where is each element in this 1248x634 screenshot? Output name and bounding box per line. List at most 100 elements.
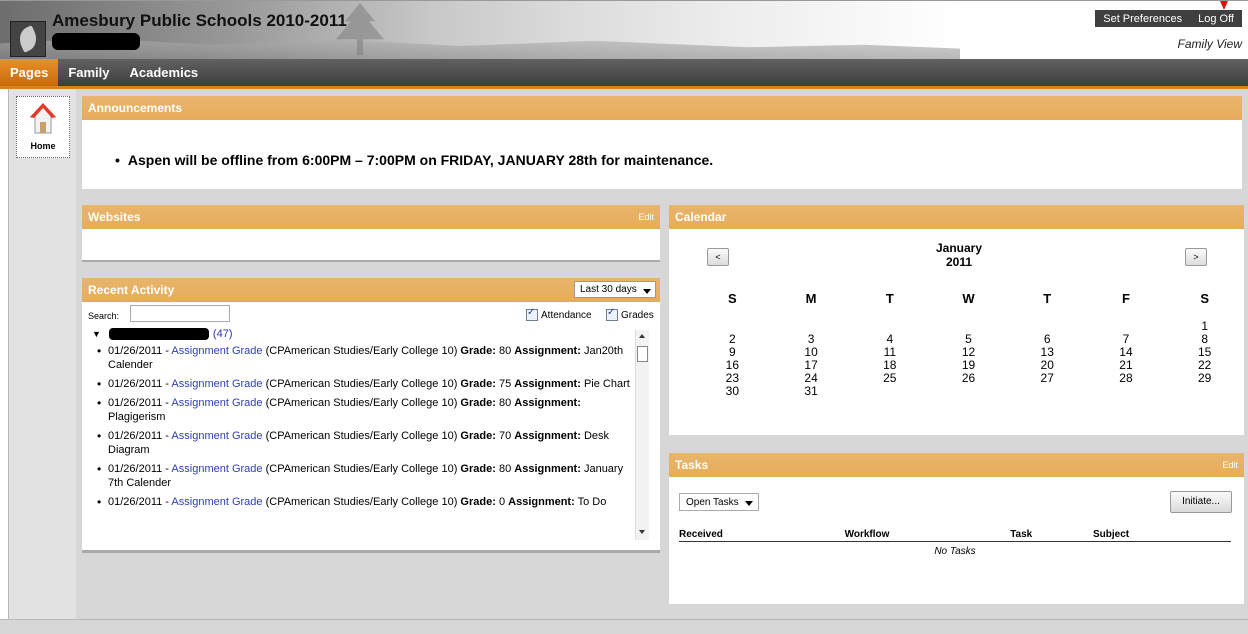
calendar-day[interactable]: 23 <box>693 371 772 385</box>
calendar-day[interactable]: 27 <box>1008 371 1087 385</box>
grades-checkbox[interactable]: Grades <box>606 307 654 321</box>
calendar-day[interactable]: 12 <box>929 345 1008 359</box>
calendar-day[interactable]: 18 <box>850 358 929 372</box>
grade-value: 80 <box>498 463 512 475</box>
calendar-day[interactable] <box>929 384 1008 397</box>
weekday-label: T <box>1043 291 1052 306</box>
calendar-day[interactable] <box>929 319 1008 332</box>
websites-header: Websites Edit <box>82 205 660 229</box>
home-label: Home <box>30 141 56 151</box>
assignment-grade-link[interactable]: Assignment Grade <box>171 397 262 409</box>
log-off-link[interactable]: Log Off <box>1190 13 1242 25</box>
calendar-day[interactable]: 1 <box>1165 319 1244 333</box>
next-month-button[interactable]: > <box>1185 248 1207 266</box>
tasks-panel: Tasks Edit Open Tasks Initiate... Receiv… <box>669 453 1244 604</box>
assignment-grade-link[interactable]: Assignment Grade <box>171 496 262 508</box>
recent-activity-panel: Recent Activity Last 30 days Search: Att… <box>82 278 660 553</box>
assignment-grade-link[interactable]: Assignment Grade <box>171 378 262 390</box>
student-tree-node[interactable]: ▼ (47) <box>92 328 232 340</box>
initiate-button[interactable]: Initiate... <box>1170 491 1232 513</box>
calendar-day[interactable] <box>1087 319 1166 332</box>
activity-date: 01/26/2011 - <box>108 430 169 442</box>
column-header-task[interactable]: Task <box>1010 528 1093 542</box>
search-input[interactable] <box>130 305 230 322</box>
calendar-day[interactable]: 11 <box>850 345 929 359</box>
tasks-edit-link[interactable]: Edit <box>1222 460 1238 470</box>
assignment-grade-link[interactable]: Assignment Grade <box>171 345 262 357</box>
set-preferences-link[interactable]: Set Preferences <box>1095 13 1190 25</box>
calendar-day[interactable] <box>772 319 851 332</box>
list-item: 01/26/2011 - Assignment Grade (CPAmerica… <box>92 429 632 457</box>
calendar-day[interactable]: 26 <box>929 371 1008 385</box>
weekday-label: M <box>805 291 817 306</box>
attendance-label: Attendance <box>541 309 592 321</box>
assignment-label: Assignment: <box>508 496 575 508</box>
calendar-day[interactable]: 25 <box>850 371 929 385</box>
calendar-day[interactable]: 28 <box>1087 371 1166 385</box>
announcements-title: Announcements <box>88 101 183 115</box>
calendar-day[interactable]: 9 <box>693 345 772 359</box>
calendar-header: Calendar <box>669 205 1244 229</box>
calendar-day[interactable]: 7 <box>1087 332 1166 346</box>
scroll-down-icon[interactable] <box>639 530 645 534</box>
scroll-up-icon[interactable] <box>639 334 645 338</box>
calendar-day[interactable]: 19 <box>929 358 1008 372</box>
calendar-day[interactable] <box>693 319 772 332</box>
grades-label: Grades <box>621 309 654 321</box>
calendar-day[interactable]: 13 <box>1008 345 1087 359</box>
assignment-grade-link[interactable]: Assignment Grade <box>171 430 262 442</box>
attendance-checkbox[interactable]: Attendance <box>526 307 592 321</box>
calendar-day[interactable]: 6 <box>1008 332 1087 346</box>
scroll-thumb[interactable] <box>637 346 648 362</box>
calendar-day[interactable]: 5 <box>929 332 1008 346</box>
calendar-day[interactable]: 30 <box>693 384 772 398</box>
home-button[interactable]: Home <box>16 96 70 158</box>
calendar-day[interactable]: 29 <box>1165 371 1244 385</box>
prev-month-button[interactable]: < <box>707 248 729 266</box>
recent-activity-header: Recent Activity Last 30 days <box>82 278 660 302</box>
expand-triangle-icon[interactable]: ▼ <box>92 329 101 339</box>
calendar-day[interactable] <box>1165 384 1244 397</box>
column-header-workflow[interactable]: Workflow <box>844 528 1011 542</box>
date-range-select[interactable]: Last 30 days <box>574 281 656 298</box>
calendar-day[interactable]: 15 <box>1165 345 1244 359</box>
calendar-day[interactable]: 21 <box>1087 358 1166 372</box>
calendar-day[interactable]: 22 <box>1165 358 1244 372</box>
calendar-day[interactable]: 20 <box>1008 358 1087 372</box>
grade-value: 80 <box>498 345 512 357</box>
calendar-day[interactable]: 8 <box>1165 332 1244 346</box>
tab-pages[interactable]: Pages <box>0 59 59 86</box>
calendar-day[interactable]: 2 <box>693 332 772 346</box>
calendar-day[interactable] <box>850 384 929 397</box>
calendar-day[interactable]: 4 <box>850 332 929 346</box>
grade-value: 0 <box>498 496 506 508</box>
tab-academics[interactable]: Academics <box>120 59 209 86</box>
activity-scrollbar[interactable] <box>635 330 649 540</box>
assignment-label: Assignment: <box>514 345 581 357</box>
task-filter-select[interactable]: Open Tasks <box>679 493 759 511</box>
list-item: 01/26/2011 - Assignment Grade (CPAmerica… <box>92 344 632 372</box>
activity-list: 01/26/2011 - Assignment Grade (CPAmerica… <box>92 344 632 514</box>
house-icon <box>30 103 56 134</box>
calendar-day[interactable] <box>850 319 929 332</box>
calendar-day[interactable] <box>1008 319 1087 332</box>
calendar-day[interactable]: 24 <box>772 371 851 385</box>
tab-family[interactable]: Family <box>58 59 119 86</box>
calendar-day[interactable]: 17 <box>772 358 851 372</box>
grade-value: 70 <box>498 430 512 442</box>
activity-course: (CPAmerican Studies/Early College 10) <box>265 397 458 409</box>
bottom-frame <box>0 619 1248 634</box>
calendar-day[interactable]: 16 <box>693 358 772 372</box>
calendar-day[interactable]: 14 <box>1087 345 1166 359</box>
calendar-day[interactable] <box>1008 384 1087 397</box>
calendar-day[interactable]: 3 <box>772 332 851 346</box>
websites-edit-link[interactable]: Edit <box>638 212 654 222</box>
announcements-header: Announcements <box>82 96 1242 120</box>
calendar-day[interactable]: 31 <box>772 384 851 398</box>
calendar-day[interactable]: 10 <box>772 345 851 359</box>
assignment-grade-link[interactable]: Assignment Grade <box>171 463 262 475</box>
column-header-received[interactable]: Received <box>679 528 845 542</box>
column-header-subject[interactable]: Subject <box>1092 528 1231 542</box>
view-label: Family View <box>1177 37 1242 51</box>
calendar-day[interactable] <box>1087 384 1166 397</box>
